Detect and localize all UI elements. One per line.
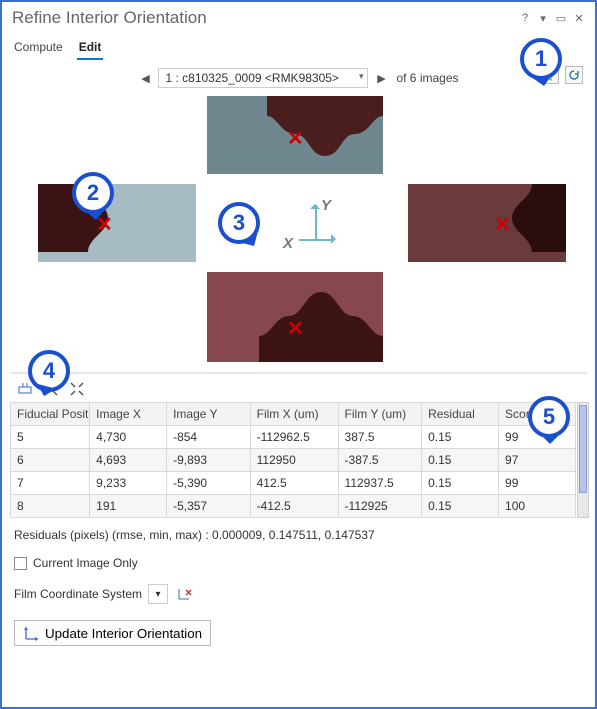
table-row[interactable]: 54,730-854-112962.5387.50.1599 xyxy=(11,426,576,449)
col-image-x[interactable]: Image X xyxy=(90,403,167,426)
callout-2-num: 2 xyxy=(87,180,99,206)
fiducial-top[interactable]: ✕ xyxy=(207,96,383,174)
tab-edit[interactable]: Edit xyxy=(77,36,104,60)
cross-icon: ✕ xyxy=(494,212,511,237)
clear-film-cs-icon[interactable] xyxy=(174,584,194,604)
callout-1: 1 xyxy=(520,38,562,80)
col-film-y[interactable]: Film Y (um) xyxy=(338,403,422,426)
table-scrollbar[interactable] xyxy=(577,402,589,518)
update-axes-icon xyxy=(23,625,39,641)
col-image-y[interactable]: Image Y xyxy=(167,403,251,426)
fiducial-bottom[interactable]: ✕ xyxy=(207,272,383,362)
callout-1-num: 1 xyxy=(535,46,547,72)
next-image-button[interactable]: ▶ xyxy=(374,72,388,85)
axis-y-label: Y xyxy=(321,197,331,214)
table-header-row: Fiducial Position Image X Image Y Film X… xyxy=(11,403,576,426)
film-coord-label: Film Coordinate System xyxy=(14,587,142,601)
callout-3-num: 3 xyxy=(233,210,245,236)
dropdown-button[interactable]: ▾ xyxy=(535,10,551,26)
table-toolbar xyxy=(2,374,595,402)
image-pager: ◀ 1 : c810325_0009 <RMK98305> ▶ of 6 ima… xyxy=(2,60,595,92)
current-image-only-label: Current Image Only xyxy=(33,556,138,570)
image-count: of 6 images xyxy=(396,71,458,85)
table-row[interactable]: 64,693-9,893112950-387.50.1597 xyxy=(11,449,576,472)
prev-image-button[interactable]: ◀ xyxy=(138,72,152,85)
cross-icon: ✕ xyxy=(287,316,304,341)
update-interior-orientation-button[interactable]: Update Interior Orientation xyxy=(14,620,211,646)
axis-x-label: X xyxy=(283,235,293,252)
expand-icon[interactable] xyxy=(68,380,86,398)
table-row[interactable]: 8191-5,357-412.5-1129250.15100 xyxy=(11,495,576,518)
residuals-summary: Residuals (pixels) (rmse, min, max) : 0.… xyxy=(2,518,595,546)
col-film-x[interactable]: Film X (um) xyxy=(250,403,338,426)
callout-4-num: 4 xyxy=(43,358,55,384)
image-combo-text: 1 : c810325_0009 <RMK98305> xyxy=(165,71,338,85)
help-button[interactable]: ? xyxy=(517,10,533,26)
cross-icon: ✕ xyxy=(287,126,304,151)
fiducial-left[interactable]: ✕ xyxy=(38,184,196,262)
current-image-only-checkbox[interactable] xyxy=(14,557,27,570)
film-coord-dropdown[interactable]: ▾ xyxy=(148,584,168,604)
refresh-icon[interactable] xyxy=(565,66,583,84)
tab-compute[interactable]: Compute xyxy=(12,36,65,60)
update-button-label: Update Interior Orientation xyxy=(45,626,202,641)
panel-root: 1 2 3 4 5 Refine Interior Orientation ? … xyxy=(2,2,595,707)
callout-5: 5 xyxy=(528,396,570,438)
fiducial-area: ✕ ✕ Y X ✕ ✕ xyxy=(10,96,587,374)
scrollbar-thumb[interactable] xyxy=(579,405,587,493)
tabs: Compute Edit xyxy=(2,32,595,60)
callout-4: 4 xyxy=(28,350,70,392)
fiducial-table-wrap: Fiducial Position Image X Image Y Film X… xyxy=(10,402,589,518)
window-title: Refine Interior Orientation xyxy=(12,8,515,28)
close-button[interactable]: ✕ xyxy=(571,10,587,26)
callout-5-num: 5 xyxy=(543,404,555,430)
current-image-only-row: Current Image Only xyxy=(2,546,595,572)
callout-3: 3 xyxy=(218,202,260,244)
fiducial-right[interactable]: ✕ xyxy=(408,184,566,262)
film-coord-row: Film Coordinate System ▾ xyxy=(2,572,595,606)
dock-button[interactable]: ▭ xyxy=(553,10,569,26)
col-residual[interactable]: Residual xyxy=(422,403,499,426)
image-combo[interactable]: 1 : c810325_0009 <RMK98305> xyxy=(158,68,368,88)
fiducial-table: Fiducial Position Image X Image Y Film X… xyxy=(10,402,576,518)
titlebar: Refine Interior Orientation ? ▾ ▭ ✕ xyxy=(2,2,595,32)
callout-2: 2 xyxy=(72,172,114,214)
table-row[interactable]: 79,233-5,390412.5112937.50.1599 xyxy=(11,472,576,495)
